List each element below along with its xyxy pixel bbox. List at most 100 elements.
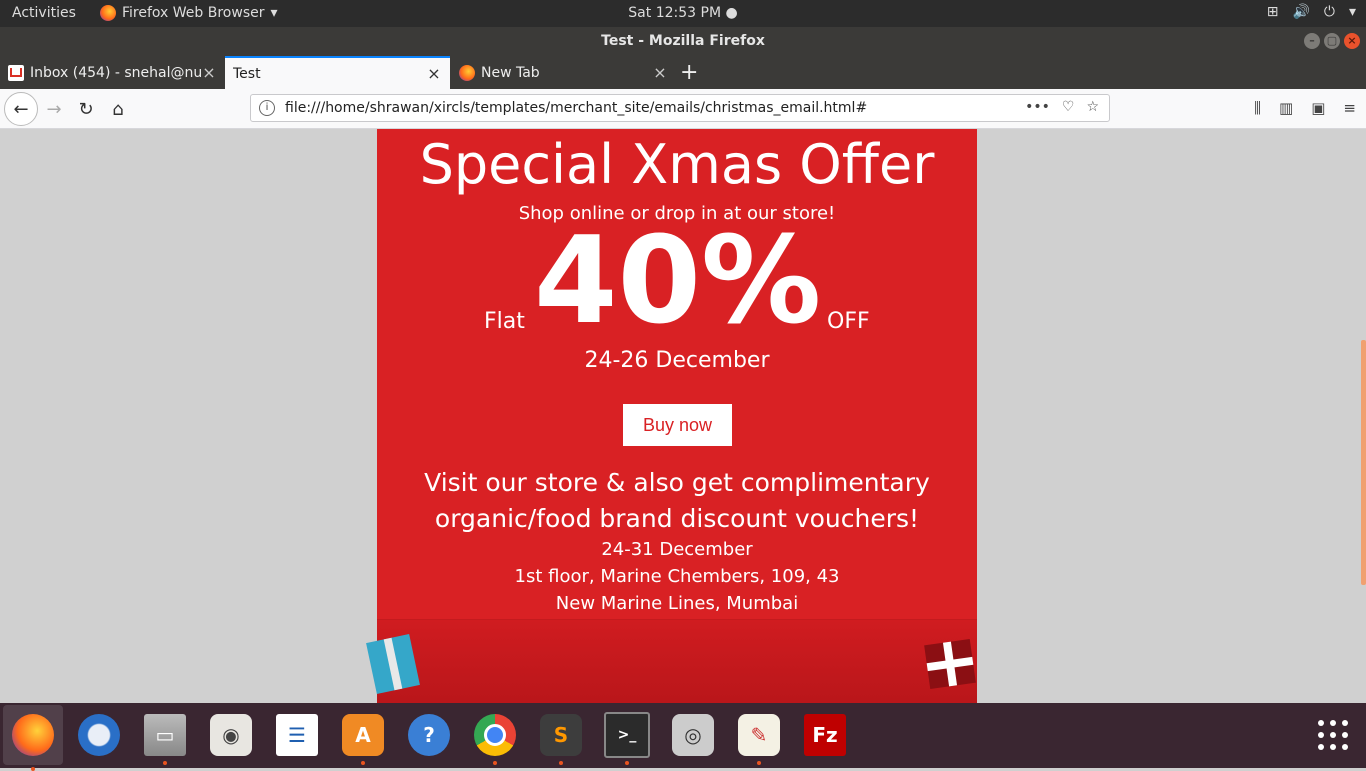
camera-icon: ◎	[672, 714, 714, 756]
window-titlebar: Test - Mozilla Firefox – ▢ ×	[0, 27, 1366, 56]
system-tray[interactable]: ⊞ 🔊 ⏻ ▾	[1267, 4, 1356, 20]
thunderbird-icon	[78, 714, 120, 756]
tab-label: Inbox (454) - snehal@nuc	[30, 64, 201, 81]
home-icon: ⌂	[112, 98, 124, 120]
dock-chrome[interactable]	[471, 711, 519, 765]
dock-filezilla[interactable]: Fz	[801, 711, 849, 759]
gift-box-icon	[924, 639, 976, 689]
offer-block: Flat 40% OFF	[377, 212, 977, 351]
url-actions: ••• ♡ ☆	[1025, 99, 1099, 115]
close-window-button[interactable]: ×	[1344, 33, 1360, 49]
reload-button[interactable]: ↻	[72, 95, 100, 123]
network-icon: ⊞	[1266, 4, 1279, 20]
dock-software[interactable]: A	[339, 711, 387, 765]
software-icon: A	[342, 714, 384, 756]
reload-icon: ↻	[78, 98, 94, 120]
running-indicator	[625, 761, 629, 765]
tab-test[interactable]: Test ×	[225, 56, 450, 89]
home-button[interactable]: ⌂	[104, 95, 132, 123]
page-scrollbar[interactable]	[1361, 340, 1366, 585]
firefox-icon	[12, 714, 54, 756]
info-icon[interactable]: i	[259, 100, 275, 116]
running-indicator	[163, 761, 167, 765]
url-text[interactable]: file:///home/shrawan/xircls/templates/me…	[285, 100, 867, 116]
close-tab-icon[interactable]: ×	[201, 63, 217, 82]
headline: Special Xmas Offer	[419, 133, 935, 196]
discount-percent: 40%	[534, 212, 822, 351]
show-applications-button[interactable]	[1309, 711, 1357, 759]
hamburger-menu-icon[interactable]: ≡	[1343, 99, 1356, 117]
email-card: Special Xmas Offer Shop online or drop i…	[366, 129, 977, 703]
terminal-icon: >_	[604, 712, 650, 758]
power-icon: ⏻	[1323, 4, 1335, 20]
visit-store-text: Visit our store & also get complimentary…	[424, 468, 930, 533]
tab-label: New Tab	[481, 64, 540, 81]
back-button[interactable]: ←	[4, 92, 38, 126]
running-indicator	[757, 761, 761, 765]
arrow-left-icon: ←	[13, 98, 29, 120]
rhythmbox-icon: ◉	[210, 714, 252, 756]
app-grid-icon	[1318, 720, 1348, 750]
buy-now-button[interactable]: Buy now	[623, 404, 732, 446]
bookmark-star-icon[interactable]: ☆	[1086, 99, 1099, 115]
dock: ▭ ◉ ☰ A ? S >_ ◎ ✎ Fz	[0, 703, 1366, 771]
running-indicator	[361, 761, 365, 765]
window-controls: – ▢ ×	[1304, 33, 1360, 49]
gift-box-icon	[366, 633, 420, 695]
dock-writer[interactable]: ☰	[273, 711, 321, 759]
dock-sublime[interactable]: S	[537, 711, 585, 765]
off-label: OFF	[827, 309, 870, 334]
toolbar-right: ⫼ ▥ ▣ ≡	[1254, 99, 1356, 117]
address-line-2: New Marine Lines, Mumbai	[555, 593, 799, 614]
running-indicator	[493, 761, 497, 765]
screenshot-icon[interactable]: ▣	[1311, 99, 1325, 117]
dock-screenshot[interactable]: ◎	[669, 711, 717, 759]
chevron-down-icon: ▾	[1348, 4, 1356, 20]
dock-files[interactable]: ▭	[141, 711, 189, 765]
arrow-right-icon: →	[46, 98, 62, 120]
text-editor-icon: ✎	[738, 714, 780, 756]
library-icon[interactable]: ⫼	[1254, 99, 1261, 117]
clock-label: Sat 12:53 PM	[628, 5, 722, 21]
writer-icon: ☰	[276, 714, 318, 756]
tab-inbox[interactable]: Inbox (454) - snehal@nuc ×	[0, 56, 225, 89]
address-line-1: 1st floor, Marine Chembers, 109, 43	[514, 566, 840, 587]
dock-help[interactable]: ?	[405, 711, 453, 759]
page-actions-icon[interactable]: •••	[1025, 99, 1050, 115]
firefox-icon	[459, 64, 475, 81]
tab-new-tab[interactable]: New Tab ×	[451, 56, 676, 89]
sidebar-icon[interactable]: ▥	[1279, 99, 1293, 117]
page-viewport: Special Xmas Offer Shop online or drop i…	[0, 129, 1366, 703]
dock-terminal[interactable]: >_	[603, 711, 651, 765]
clock[interactable]: Sat 12:53 PM ●	[0, 5, 1366, 21]
dock-firefox[interactable]	[3, 705, 63, 771]
close-tab-icon[interactable]: ×	[426, 64, 442, 83]
chrome-icon	[474, 714, 516, 756]
url-bar[interactable]: i file:///home/shrawan/xircls/templates/…	[250, 94, 1110, 122]
dock-text-editor[interactable]: ✎	[735, 711, 783, 765]
dock-rhythmbox[interactable]: ◉	[207, 711, 255, 759]
minimize-button[interactable]: –	[1304, 33, 1320, 49]
pocket-icon[interactable]: ♡	[1062, 99, 1075, 115]
gmail-icon	[8, 64, 24, 81]
filezilla-icon: Fz	[804, 714, 846, 756]
gnome-top-bar: Activities Firefox Web Browser ▾ Sat 12:…	[0, 0, 1366, 27]
help-icon: ?	[408, 714, 450, 756]
tab-label: Test	[233, 65, 261, 82]
sublime-icon: S	[540, 714, 582, 756]
tab-strip: Inbox (454) - snehal@nuc × Test × New Ta…	[0, 56, 1366, 89]
dock-thunderbird[interactable]	[75, 711, 123, 759]
offer-dates: 24-26 December	[584, 348, 770, 373]
navigation-toolbar: ← → ↻ ⌂ i file:///home/shrawan/xircls/te…	[0, 89, 1366, 129]
files-icon: ▭	[144, 714, 186, 756]
window-title: Test - Mozilla Firefox	[601, 33, 765, 49]
close-tab-icon[interactable]: ×	[652, 63, 668, 82]
maximize-button[interactable]: ▢	[1324, 33, 1340, 49]
flat-label: Flat	[484, 309, 525, 334]
forward-button[interactable]: →	[40, 95, 68, 123]
visit-dates: 24-31 December	[601, 539, 753, 560]
volume-icon: 🔊	[1292, 4, 1310, 20]
gifts-banner-image	[366, 619, 977, 703]
running-indicator	[559, 761, 563, 765]
new-tab-button[interactable]: +	[680, 60, 698, 85]
